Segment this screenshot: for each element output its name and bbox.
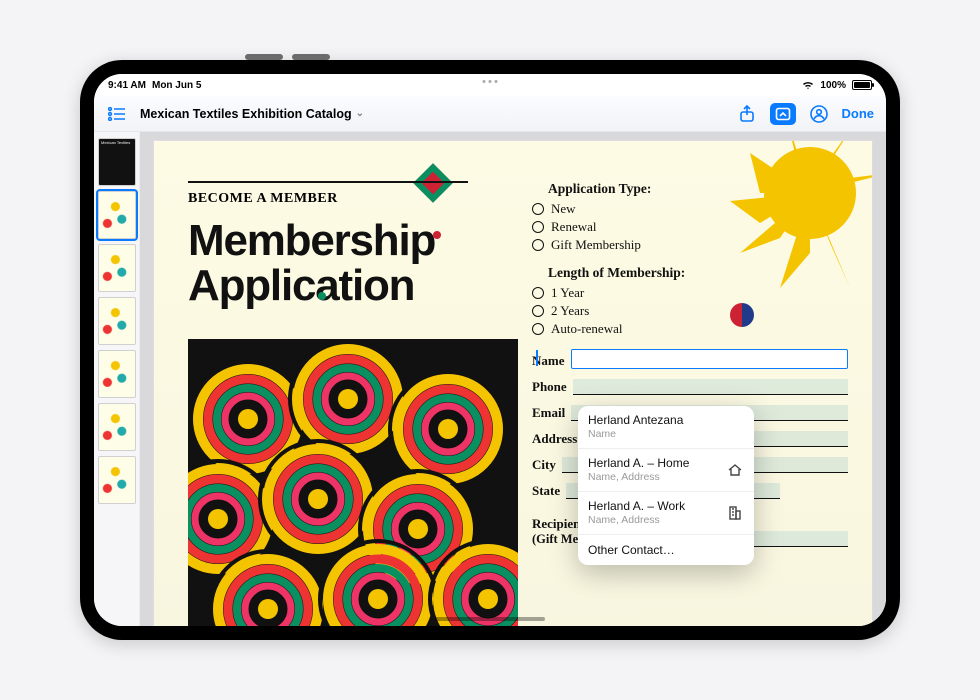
document-title[interactable]: Mexican Textiles Exhibition Catalog ⌄	[140, 107, 364, 121]
name-input[interactable]	[571, 349, 849, 369]
volume-button-2	[292, 54, 330, 60]
status-time: 9:41 AM	[108, 80, 146, 91]
share-button[interactable]	[736, 103, 758, 125]
thumb-5[interactable]	[98, 350, 136, 398]
autofill-item-3[interactable]: Herland A. – Work Name, Address	[578, 491, 754, 534]
app-type-heading: Application Type:	[548, 181, 848, 197]
opt-auto-label: Auto-renewal	[551, 321, 622, 337]
opt-new[interactable]: New	[532, 201, 848, 217]
title-line-2: Application	[188, 261, 414, 310]
radio-icon	[532, 287, 544, 299]
radio-icon	[532, 203, 544, 215]
autofill-button[interactable]	[808, 103, 830, 125]
opt-renewal[interactable]: Renewal	[532, 219, 848, 235]
radio-icon	[532, 323, 544, 335]
label-city: City	[532, 457, 556, 473]
battery-icon	[852, 80, 872, 90]
volume-button-1	[245, 54, 283, 60]
thumb-1[interactable]: Mexican Textiles	[98, 138, 136, 186]
thumb-3[interactable]	[98, 244, 136, 292]
ipad-frame: 9:41 AM Mon Jun 5 100% Mexican Te	[80, 60, 900, 640]
opt-1year-label: 1 Year	[551, 285, 584, 301]
sidebar-toggle-button[interactable]	[106, 103, 128, 125]
textile-art	[188, 339, 518, 626]
chevron-down-icon: ⌄	[356, 108, 364, 119]
autofill-item-3-title: Herland A. – Work	[588, 500, 685, 514]
thumb-6[interactable]	[98, 403, 136, 451]
app-type-options: New Renewal Gift Membership	[532, 201, 848, 253]
radio-icon	[532, 305, 544, 317]
thumb-7[interactable]	[98, 456, 136, 504]
page-title: Membership Application	[188, 219, 441, 309]
thumb-4[interactable]	[98, 297, 136, 345]
radio-icon	[532, 221, 544, 233]
opt-gift-label: Gift Membership	[551, 237, 641, 253]
autofill-item-2-sub: Name, Address	[588, 471, 689, 483]
page-viewport[interactable]: BECOME A MEMBER Membership Application	[140, 132, 886, 626]
autofill-other-label: Other Contact…	[588, 543, 675, 557]
toolbar: Mexican Textiles Exhibition Catalog ⌄ Do…	[94, 96, 886, 132]
length-heading: Length of Membership:	[548, 265, 848, 281]
autofill-popup: Herland Antezana Name Herland A. – Home …	[578, 406, 754, 565]
input-phone[interactable]	[573, 379, 848, 395]
opt-gift[interactable]: Gift Membership	[532, 237, 848, 253]
opt-1year[interactable]: 1 Year	[532, 285, 848, 301]
radio-icon	[532, 239, 544, 251]
markup-button[interactable]	[770, 103, 796, 125]
opt-new-label: New	[551, 201, 576, 217]
field-name: Name	[532, 349, 848, 369]
autofill-item-2-title: Herland A. – Home	[588, 457, 689, 471]
done-button[interactable]: Done	[842, 106, 875, 121]
header-rule	[188, 181, 468, 183]
autofill-item-2[interactable]: Herland A. – Home Name, Address	[578, 448, 754, 491]
autofill-item-1-title: Herland Antezana	[588, 414, 683, 428]
label-address: Address	[532, 431, 577, 447]
diamond-decoration	[413, 163, 453, 203]
autofill-other[interactable]: Other Contact…	[578, 534, 754, 565]
opt-auto[interactable]: Auto-renewal	[532, 321, 848, 337]
opt-renewal-label: Renewal	[551, 219, 596, 235]
wifi-icon	[802, 80, 814, 90]
label-email: Email	[532, 405, 565, 421]
field-phone: Phone	[532, 379, 848, 395]
autofill-item-3-sub: Name, Address	[588, 514, 685, 526]
home-indicator[interactable]	[435, 617, 545, 621]
multitask-dots[interactable]	[483, 80, 498, 83]
status-date: Mon Jun 5	[152, 80, 201, 91]
screen: 9:41 AM Mon Jun 5 100% Mexican Te	[94, 74, 886, 626]
home-icon	[726, 461, 744, 479]
title-line-1: Membership	[188, 216, 435, 265]
title-dot-1	[433, 231, 441, 239]
autofill-item-1[interactable]: Herland Antezana Name	[578, 406, 754, 448]
building-icon	[726, 504, 744, 522]
autofill-item-1-sub: Name	[588, 428, 683, 440]
pdf-page: BECOME A MEMBER Membership Application	[153, 140, 873, 626]
label-phone: Phone	[532, 379, 567, 395]
page-thumbnails[interactable]: Mexican Textiles	[94, 132, 140, 626]
content-area: Mexican Textiles	[94, 132, 886, 626]
thumb-2[interactable]	[98, 191, 136, 239]
battery-pct: 100%	[820, 80, 846, 91]
document-title-text: Mexican Textiles Exhibition Catalog	[140, 107, 352, 121]
become-member-label: BECOME A MEMBER	[188, 191, 338, 207]
text-cursor	[536, 350, 538, 366]
opt-2years-label: 2 Years	[551, 303, 589, 319]
label-state: State	[532, 483, 560, 499]
opt-2years[interactable]: 2 Years	[532, 303, 848, 319]
status-bar: 9:41 AM Mon Jun 5 100%	[94, 74, 886, 96]
length-options: 1 Year 2 Years Auto-renewal	[532, 285, 848, 337]
